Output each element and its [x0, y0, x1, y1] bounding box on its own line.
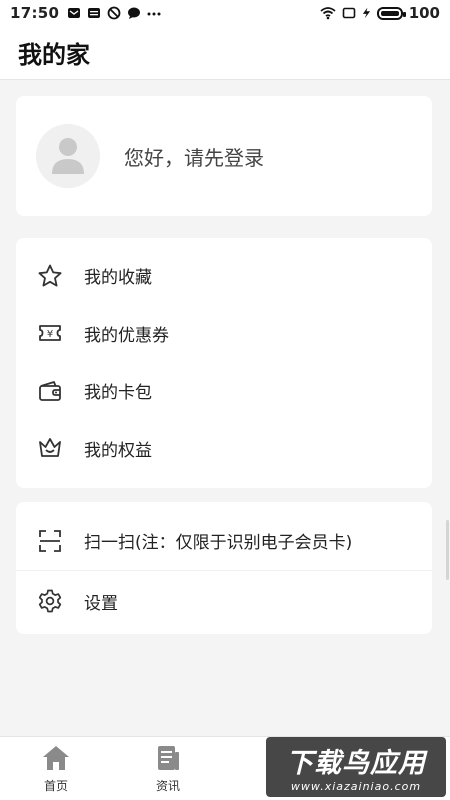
watermark-url: www.xiazainiao.com: [290, 780, 422, 793]
home-icon: [41, 743, 71, 773]
menu-item-label: 我的收藏: [84, 268, 152, 289]
menu-item-scan[interactable]: 扫一扫(注：仅限于识别电子会员卡): [16, 511, 432, 571]
status-bar: 17:50 100: [0, 0, 450, 26]
gear-icon: [36, 587, 64, 615]
screen-icon: [342, 7, 355, 19]
tab-label: 资讯: [155, 779, 180, 793]
menu-item-label: 扫一扫(注：仅限于识别电子会员卡): [84, 533, 353, 553]
chat-icon: [128, 7, 141, 19]
scrollbar[interactable]: [446, 520, 449, 580]
notes-icon: [88, 8, 101, 18]
login-prompt[interactable]: 您好，请先登录: [124, 142, 264, 171]
profile-card[interactable]: 您好，请先登录: [16, 96, 432, 216]
tab-home[interactable]: 首页: [0, 737, 112, 800]
menu-item-label: 我的权益: [84, 440, 152, 461]
menu-item-card-wallet[interactable]: 我的卡包: [16, 362, 432, 420]
app-header: 我的家: [0, 26, 450, 80]
scan-icon: [36, 527, 64, 555]
menu-item-label: 我的优惠券: [84, 325, 169, 346]
charging-icon: [362, 7, 370, 19]
wifi-icon: [320, 7, 336, 20]
tools-menu-card: 扫一扫(注：仅限于识别电子会员卡) 设置: [16, 502, 432, 634]
avatar[interactable]: [36, 124, 100, 188]
menu-item-settings[interactable]: 设置: [16, 571, 432, 631]
page-title: 我的家: [18, 41, 90, 69]
tab-news[interactable]: 资讯: [112, 737, 224, 800]
tab-label: 首页: [43, 779, 68, 793]
menu-item-favorites[interactable]: 我的收藏: [16, 247, 432, 305]
block-icon: [107, 6, 121, 20]
battery-level: 100: [408, 4, 440, 22]
system-indicators: 100: [320, 4, 440, 22]
watermark-title: 下载鸟应用: [286, 748, 426, 779]
battery-icon: [376, 6, 406, 20]
crown-icon: [36, 434, 64, 462]
coupon-icon: ¥: [36, 319, 64, 347]
menu-item-label: 设置: [84, 593, 118, 614]
avatar-icon: [52, 138, 84, 174]
main-menu-card: 我的收藏 ¥ 我的优惠券 我的卡包 我的权益: [16, 238, 432, 488]
wallet-icon: [36, 377, 64, 405]
notification-icons: [67, 6, 161, 20]
menu-item-label: 我的卡包: [84, 383, 152, 404]
more-icon: [147, 12, 161, 16]
watermark-logo: 下载鸟应用 www.xiazainiao.com: [266, 737, 446, 797]
news-icon: [153, 743, 183, 773]
svg-text:¥: ¥: [47, 329, 53, 340]
status-time: 17:50: [10, 4, 60, 22]
menu-item-coupons[interactable]: ¥ 我的优惠券: [16, 305, 432, 363]
star-icon: [36, 262, 64, 290]
menu-item-benefits[interactable]: 我的权益: [16, 420, 432, 478]
mail-icon: [68, 8, 81, 18]
